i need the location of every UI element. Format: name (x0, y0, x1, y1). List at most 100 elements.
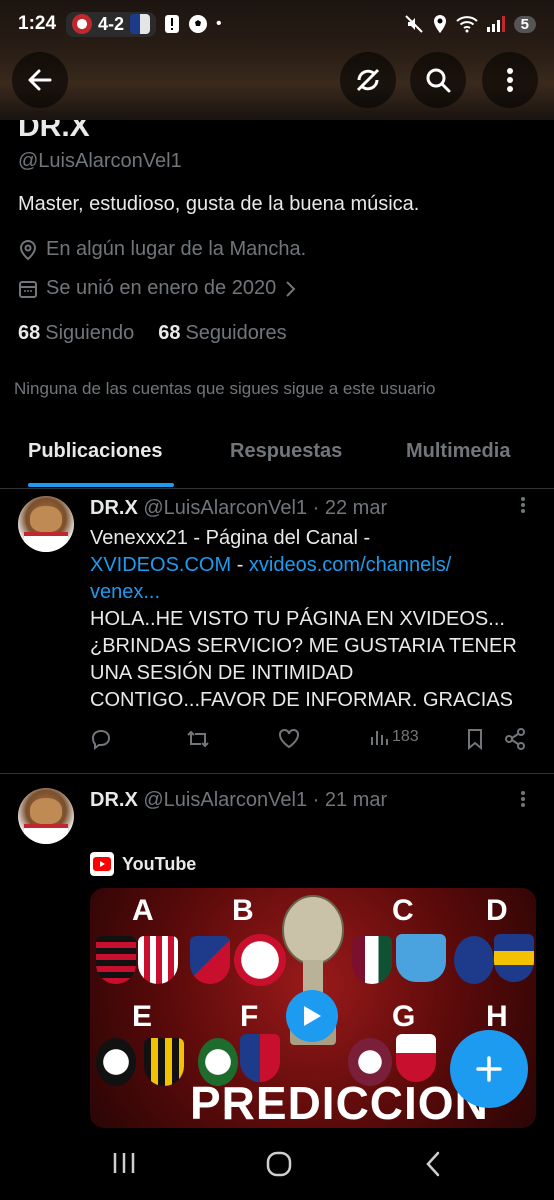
avatar[interactable] (18, 788, 74, 844)
following-count: 68 (18, 322, 41, 344)
post-line: Venexxx21 - Página del Canal - (90, 527, 371, 549)
wifi-icon (455, 16, 478, 33)
system-icons: 5 (404, 14, 536, 34)
post-line: ¿BRINDAS SERVICIO? ME GUSTARIA TENER (90, 635, 517, 657)
compose-button[interactable] (450, 1030, 528, 1108)
soccer-ball-icon (189, 15, 208, 33)
post-author-handle: @LuisAlarconVel1 (143, 497, 308, 519)
repost-icon (187, 730, 209, 748)
post-author-handle: @LuisAlarconVel1 (143, 789, 308, 811)
team-badge (454, 936, 494, 984)
battery-indicator: 5 (513, 15, 536, 33)
mutual-follow-notice: Ninguna de las cuentas que sigues sigue … (14, 379, 436, 398)
play-button[interactable] (286, 990, 338, 1042)
post-body: Venexxx21 - Página del Canal - XVIDEOS.C… (90, 525, 530, 714)
post-line: CONTIGO...FAVOR DE INFORMAR. GRACIAS (90, 689, 513, 711)
more-vertical-icon (507, 68, 513, 92)
share-button[interactable] (504, 728, 526, 750)
group-label: E (132, 1000, 153, 1033)
post-date: · 21 mar (312, 789, 388, 811)
location-icon (433, 15, 446, 33)
thumbnail-title: PREDICCION (190, 1077, 489, 1128)
link-card-source: YouTube (90, 852, 196, 876)
play-icon (304, 1006, 321, 1026)
post-link[interactable]: xvideos.com/channels/ (249, 554, 451, 576)
followers-count: 68 (158, 322, 181, 344)
tab-multimedia[interactable]: Multimedia (406, 440, 510, 463)
back-button[interactable] (12, 52, 68, 108)
notification-icons: • (164, 14, 222, 34)
follow-stats: 68 Siguiendo 68 Seguidores (18, 322, 287, 345)
group-label: C (392, 894, 414, 927)
views-count: 183 (392, 728, 419, 745)
team-badge (396, 1034, 436, 1082)
like-icon (279, 728, 299, 749)
post-header: DR.X @LuisAlarconVel1 · 22 mar (90, 497, 387, 520)
post-more-button[interactable] (520, 790, 526, 814)
team-crest-icon (72, 14, 93, 34)
mute-icon (404, 15, 423, 33)
reply-icon (91, 729, 111, 750)
more-options-button[interactable] (482, 52, 538, 108)
status-bar: 1:24 4-2 • 5 (0, 0, 554, 48)
profile-location: En algún lugar de la Mancha. (18, 238, 306, 261)
location-text: En algún lugar de la Mancha. (46, 238, 307, 260)
repost-button[interactable] (186, 728, 210, 750)
joined-text: Se unió en enero de 2020 (46, 277, 277, 299)
bookmark-button[interactable] (466, 728, 484, 750)
bookmark-icon (468, 729, 482, 750)
more-vertical-icon (521, 497, 525, 513)
group-label: A (132, 894, 154, 927)
live-score-chip: 4-2 (66, 11, 157, 37)
chevron-left-icon (426, 1151, 440, 1177)
post-link[interactable]: venex... (90, 579, 530, 606)
team-badge (96, 936, 136, 984)
following-link[interactable]: 68 Siguiendo (18, 322, 134, 345)
following-label: Siguiendo (45, 322, 135, 344)
avatar[interactable] (18, 496, 74, 552)
profile-tabs: Publicaciones Respuestas Multimedia (0, 428, 554, 489)
profile-handle: @LuisAlarconVel1 (18, 150, 182, 172)
tab-publicaciones[interactable]: Publicaciones (28, 440, 163, 463)
chevron-right-icon[interactable] (284, 280, 296, 298)
post-more-button[interactable] (520, 496, 526, 520)
recent-apps-button[interactable] (112, 1150, 136, 1181)
system-back-button[interactable] (424, 1150, 442, 1183)
home-icon (266, 1151, 292, 1177)
dot-icon: • (216, 15, 222, 32)
post-author-name[interactable]: DR.X (90, 789, 138, 811)
team-badge (144, 1038, 184, 1086)
post-actions: 183 (90, 728, 530, 768)
reply-button[interactable] (90, 728, 112, 750)
post-line: HOLA..HE VISTO TU PÁGINA EN XVIDEOS... (90, 608, 505, 630)
location-pin-icon (19, 239, 37, 260)
post-link[interactable]: XVIDEOS.COM (90, 554, 231, 576)
group-label: G (392, 1000, 416, 1033)
post-divider (0, 773, 554, 774)
profile-joined: Se unió en enero de 2020 (18, 277, 296, 300)
tab-respuestas[interactable]: Respuestas (230, 440, 342, 463)
back-arrow-icon (28, 69, 52, 91)
search-button[interactable] (410, 52, 466, 108)
views-button[interactable]: 183 (370, 728, 419, 746)
system-navigation-bar (0, 1132, 554, 1200)
team-badge (96, 1038, 136, 1086)
alert-icon (165, 15, 180, 33)
like-button[interactable] (278, 728, 300, 750)
post-line: UNA SESIÓN DE INTIMIDAD (90, 662, 354, 684)
team-badge (352, 936, 392, 984)
share-icon (505, 728, 525, 750)
more-vertical-icon (521, 791, 525, 807)
team-badge (138, 936, 178, 984)
recent-apps-icon (113, 1153, 135, 1173)
no-sync-button[interactable] (340, 52, 396, 108)
calendar-icon (19, 280, 37, 298)
card-source-label: YouTube (122, 853, 197, 874)
post-separator: - (231, 554, 249, 576)
followers-link[interactable]: 68 Seguidores (158, 322, 286, 345)
views-icon (371, 731, 388, 745)
post-author-name[interactable]: DR.X (90, 497, 138, 519)
post-line: XVIDEOS.COM - xvideos.com/channels/ (90, 552, 530, 579)
home-button[interactable] (265, 1150, 293, 1183)
group-label: D (486, 894, 508, 927)
